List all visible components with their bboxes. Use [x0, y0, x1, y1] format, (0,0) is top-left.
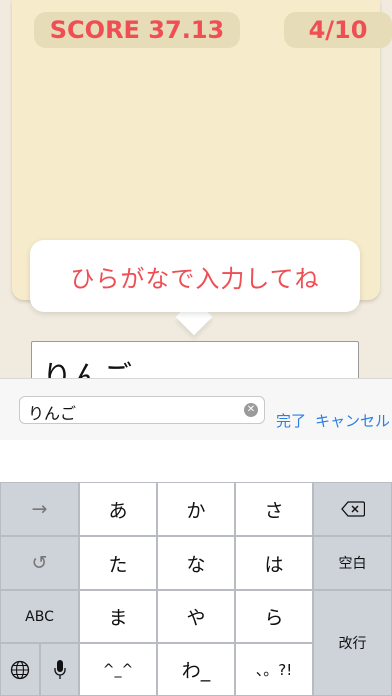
key-na[interactable]: な: [157, 536, 235, 590]
score-display: SCORE 37.13: [34, 12, 240, 48]
globe-icon[interactable]: [0, 643, 40, 696]
key-ra[interactable]: ら: [235, 590, 313, 643]
key-punctuation[interactable]: 、。?!: [235, 643, 313, 696]
key-sa[interactable]: さ: [235, 482, 313, 536]
question-progress: 4/10: [284, 12, 392, 48]
instruction-bubble: ひらがなで入力してね: [30, 240, 360, 312]
backspace-icon[interactable]: [313, 482, 392, 536]
undo-key[interactable]: ↺: [0, 536, 79, 590]
return-key[interactable]: 改行: [313, 590, 392, 696]
ime-input-text: りんご: [28, 404, 77, 423]
key-ka[interactable]: か: [157, 482, 235, 536]
next-arrow-key[interactable]: →: [0, 482, 79, 536]
space-key[interactable]: 空白: [313, 536, 392, 590]
keyboard: → ↺ ABC あ か さ た な は ま や ら ^_^ わ_ 、。?! 空白…: [0, 482, 392, 696]
key-ha[interactable]: は: [235, 536, 313, 590]
key-ta[interactable]: た: [79, 536, 157, 590]
key-a[interactable]: あ: [79, 482, 157, 536]
mic-icon[interactable]: [40, 643, 79, 696]
ime-input-bar: りんご ✕ 完了 キャンセル: [0, 378, 392, 441]
candidate-strip: [0, 440, 392, 482]
key-ya[interactable]: や: [157, 590, 235, 643]
done-button[interactable]: 完了: [276, 410, 306, 431]
ime-text-input[interactable]: りんご ✕: [19, 396, 265, 424]
clear-icon[interactable]: ✕: [244, 403, 258, 417]
key-ma[interactable]: ま: [79, 590, 157, 643]
abc-key[interactable]: ABC: [0, 590, 79, 643]
key-wa[interactable]: わ_: [157, 643, 235, 696]
key-emoticon[interactable]: ^_^: [79, 643, 157, 696]
cancel-button[interactable]: キャンセル: [315, 410, 390, 431]
